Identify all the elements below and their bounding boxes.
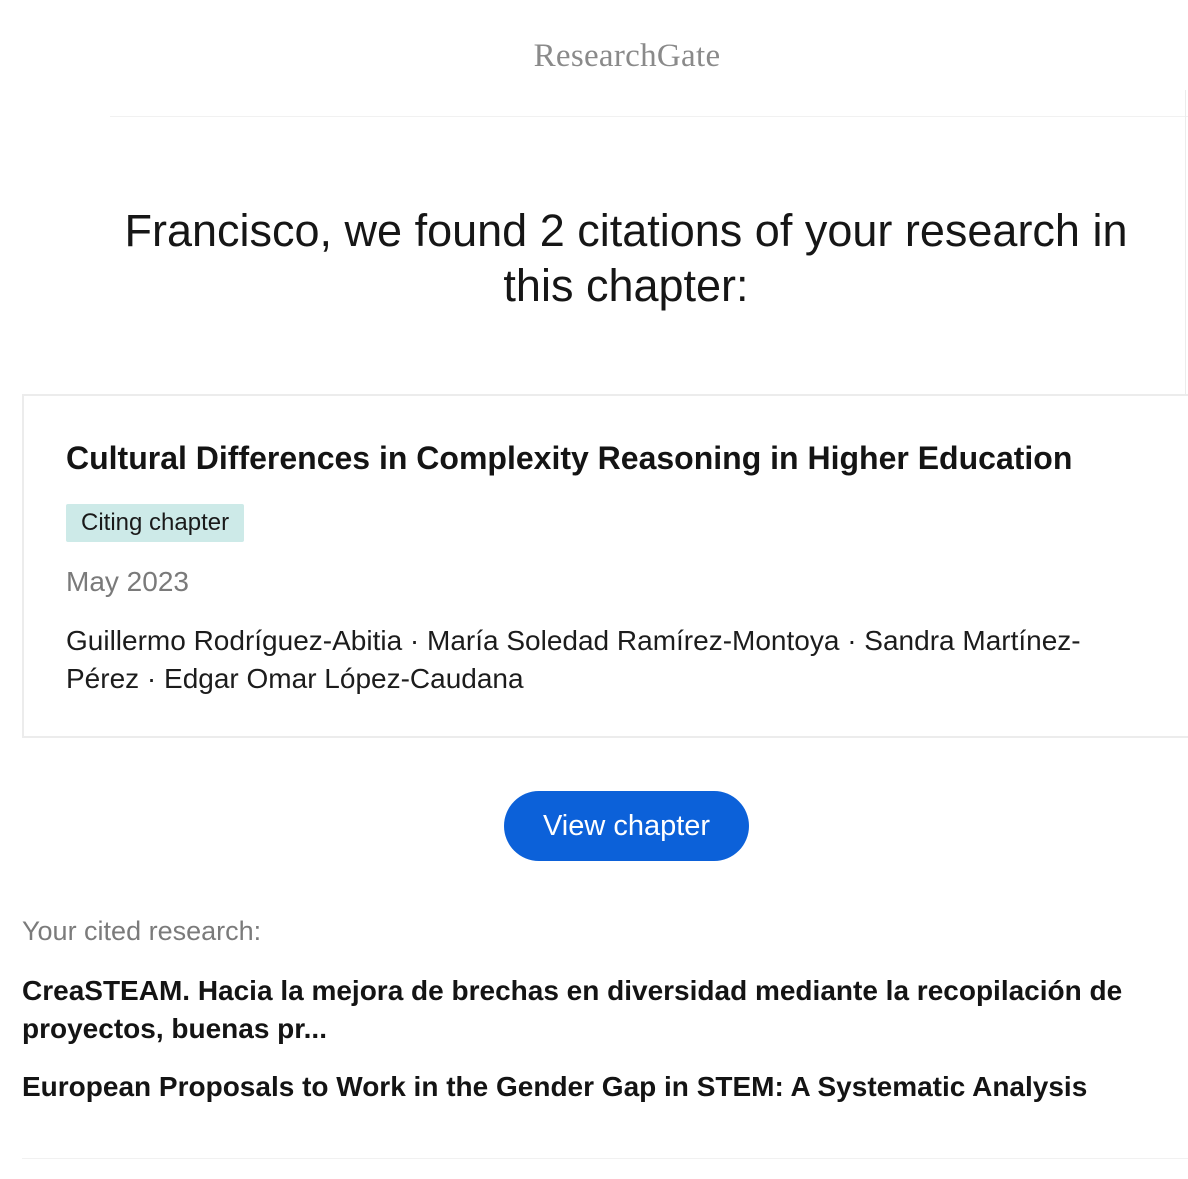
view-chapter-button[interactable]: View chapter [504,791,749,861]
footer-divider [22,1158,1188,1159]
chapter-authors: Guillermo Rodríguez-Abitia · María Soled… [66,625,1081,694]
cited-research-label: Your cited research: [22,916,262,946]
chapter-title[interactable]: Cultural Differences in Complexity Reaso… [66,440,1186,477]
citing-chapter-badge: Citing chapter [66,504,245,542]
citation-headline: Francisco, we found 2 citations of your … [124,205,1128,311]
cited-research-item[interactable]: CreaSTEAM. Hacia la mejora de brechas en… [22,972,1188,1048]
chapter-date: May 2023 [66,566,189,597]
cited-research-item[interactable]: European Proposals to Work in the Gender… [22,1068,1188,1106]
researchgate-logo[interactable]: ResearchGate [0,38,1188,75]
header-divider [110,116,1188,117]
citing-chapter-card: Cultural Differences in Complexity Reaso… [22,394,1188,738]
